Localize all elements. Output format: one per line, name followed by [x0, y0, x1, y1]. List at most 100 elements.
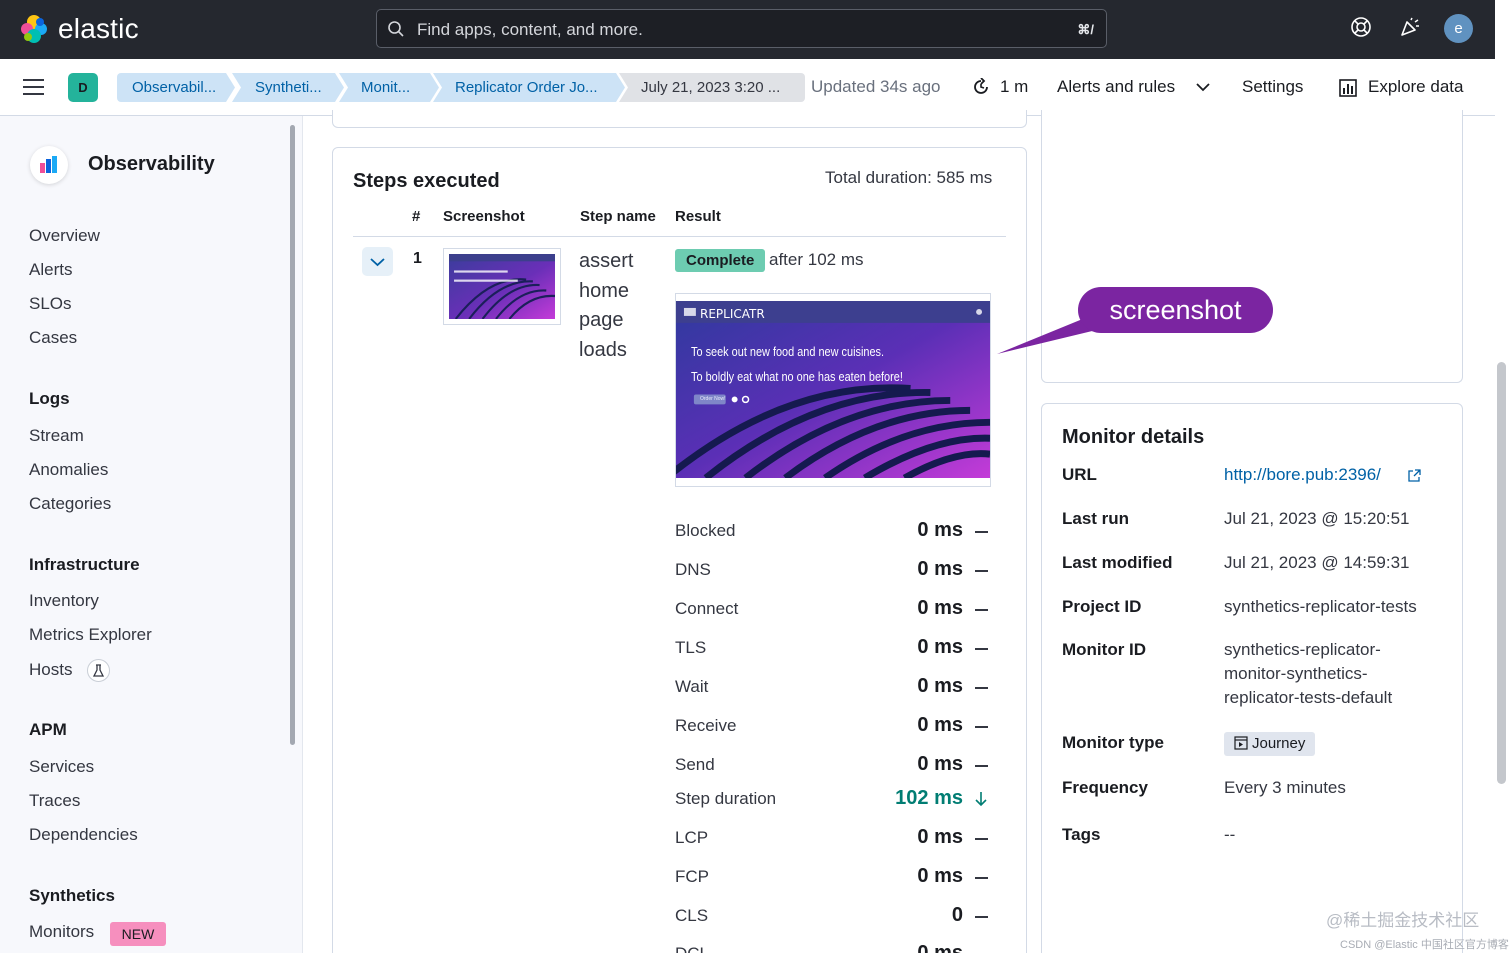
metric-value-wait: 0 ms — [917, 675, 963, 697]
sidebar-item-traces[interactable]: Traces — [29, 791, 80, 811]
metric-value-send: 0 ms — [917, 753, 963, 775]
sidebar-item-anomalies[interactable]: Anomalies — [29, 460, 108, 480]
sidebar-item-categories[interactable]: Categories — [29, 494, 111, 514]
top-header: elastic Find apps, content, and more. ⌘/… — [0, 0, 1495, 59]
last-run-value: Jul 21, 2023 @ 15:20:51 — [1224, 509, 1410, 528]
project-id-label: Project ID — [1062, 597, 1142, 616]
replicatr-screenshot-thumb — [449, 254, 556, 320]
flask-icon — [92, 664, 105, 677]
explore-data-icon — [1339, 79, 1357, 97]
sidebar-scrollbar[interactable] — [290, 125, 295, 745]
column-header-number: # — [412, 208, 421, 225]
sidebar-item-alerts[interactable]: Alerts — [29, 260, 72, 280]
sidebar-item-monitors[interactable]: Monitors — [29, 922, 94, 942]
metric-value-dns: 0 ms — [917, 558, 963, 580]
step-screenshot-thumbnail[interactable] — [443, 248, 561, 325]
sidebar-section-synthetics: Synthetics — [29, 886, 115, 905]
space-avatar[interactable]: D — [68, 73, 98, 102]
settings-button[interactable]: Settings — [1242, 77, 1303, 97]
sidebar-section-apm: APM — [29, 720, 67, 739]
observability-icon — [40, 156, 57, 173]
sidebar-item-overview[interactable]: Overview — [29, 226, 100, 246]
updated-text: Updated 34s ago — [811, 77, 941, 96]
steps-title: Steps executed — [353, 170, 500, 192]
step-name: assert home page loads — [579, 250, 634, 361]
sidebar-section-infrastructure: Infrastructure — [29, 555, 140, 574]
alerts-rules-button[interactable]: Alerts and rules — [1057, 77, 1175, 97]
brand-name: elastic — [58, 13, 139, 44]
monitor-id-line: replicator-tests-default — [1224, 688, 1393, 707]
metric-label-tls: TLS — [675, 638, 707, 657]
sidebar-item-cases[interactable]: Cases — [29, 328, 77, 348]
page-scrollbar[interactable] — [1497, 362, 1506, 784]
metric-value-fcp: 0 ms — [917, 865, 963, 887]
menu-icon[interactable] — [23, 78, 45, 96]
explore-data-button[interactable]: Explore data — [1368, 77, 1463, 97]
user-avatar[interactable]: e — [1444, 14, 1473, 43]
table-header-divider — [353, 236, 1006, 237]
metric-value-connect: 0 ms — [917, 597, 963, 619]
step-result-duration: after 102 ms — [769, 250, 864, 269]
metric-label-send: Send — [675, 755, 715, 774]
metric-dash — [975, 609, 988, 611]
refresh-interval[interactable]: 1 m — [1000, 77, 1028, 97]
chevron-down-icon[interactable] — [1196, 82, 1210, 92]
sidebar-item-hosts[interactable]: Hosts — [29, 660, 72, 680]
metric-value-receive: 0 ms — [917, 714, 963, 736]
sidebar-section-logs: Logs — [29, 389, 70, 408]
breadcrumb-synthetics[interactable]: Syntheti... — [232, 73, 344, 102]
newsfeed-icon[interactable] — [1399, 16, 1421, 38]
help-icon[interactable] — [1350, 16, 1372, 38]
sidebar-title: Observability — [88, 153, 215, 175]
metric-label-step-duration: Step duration — [675, 789, 777, 808]
last-modified-value: Jul 21, 2023 @ 14:59:31 — [1224, 553, 1410, 572]
external-link-icon[interactable] — [1408, 469, 1421, 482]
breadcrumb-observability[interactable]: Observabil... — [117, 73, 235, 102]
monitor-type-value: Journey — [1252, 735, 1306, 752]
replicatr-screenshot — [663, 301, 991, 482]
watermark-juejin: @稀土掘金技术社区 — [1326, 911, 1480, 930]
metric-label-dns: DNS — [675, 560, 711, 579]
arrow-down-icon — [975, 792, 987, 807]
metric-label-connect: Connect — [675, 599, 739, 618]
sidebar-item-metrics-explorer[interactable]: Metrics Explorer — [29, 625, 152, 645]
monitor-type-label: Monitor type — [1062, 733, 1164, 752]
metric-label-blocked: Blocked — [675, 521, 736, 540]
metric-dash — [975, 687, 988, 689]
total-duration: Total duration: 585 ms — [825, 168, 993, 187]
monitor-url-link[interactable]: http://bore.pub:2396/ — [1224, 463, 1381, 487]
screenshot-order-button: Order Now! — [700, 396, 726, 402]
breadcrumb-monitors[interactable]: Monit... — [339, 73, 439, 102]
elastic-logo-icon — [21, 15, 47, 43]
sidebar-item-slos[interactable]: SLOs — [29, 294, 72, 314]
metric-dash — [975, 838, 988, 840]
expand-row-button[interactable] — [362, 247, 393, 276]
metric-dash — [975, 726, 988, 728]
monitor-id-label: Monitor ID — [1062, 640, 1147, 659]
metric-value-step-duration: 102 ms — [895, 787, 963, 809]
sidebar-item-dependencies[interactable]: Dependencies — [29, 825, 138, 845]
sidebar-item-inventory[interactable]: Inventory — [29, 591, 99, 611]
refresh-icon[interactable] — [972, 78, 990, 96]
metric-value-dcl: 0 ms — [917, 942, 963, 953]
journey-icon — [1234, 736, 1248, 750]
metric-value-blocked: 0 ms — [917, 519, 963, 541]
watermark-csdn: CSDN @Elastic 中国社区官方博客 — [1340, 939, 1509, 951]
search-placeholder: Find apps, content, and more. — [417, 20, 643, 39]
metric-dash — [975, 648, 988, 650]
monitor-id-line: monitor-synthetics- — [1224, 664, 1368, 683]
project-id-value: synthetics-replicator-tests — [1224, 597, 1417, 616]
status-badge: Complete — [675, 249, 766, 272]
monitor-id-line: synthetics-replicator- — [1224, 640, 1381, 659]
metric-label-receive: Receive — [675, 716, 737, 735]
metric-dash — [975, 916, 988, 918]
metric-label-fcp: FCP — [675, 867, 709, 886]
breadcrumb-monitor[interactable]: Replicator Order Jo... — [433, 73, 625, 102]
sidebar-item-stream[interactable]: Stream — [29, 426, 84, 446]
global-search[interactable]: Find apps, content, and more. ⌘/ — [376, 9, 1107, 48]
beta-badge — [87, 659, 110, 682]
elastic-logo[interactable]: elastic — [18, 13, 139, 45]
metric-value-lcp: 0 ms — [917, 826, 963, 848]
sidebar-item-services[interactable]: Services — [29, 757, 94, 777]
step-screenshot-large[interactable]: REPLICATR To seek out new food and new c… — [663, 293, 991, 487]
